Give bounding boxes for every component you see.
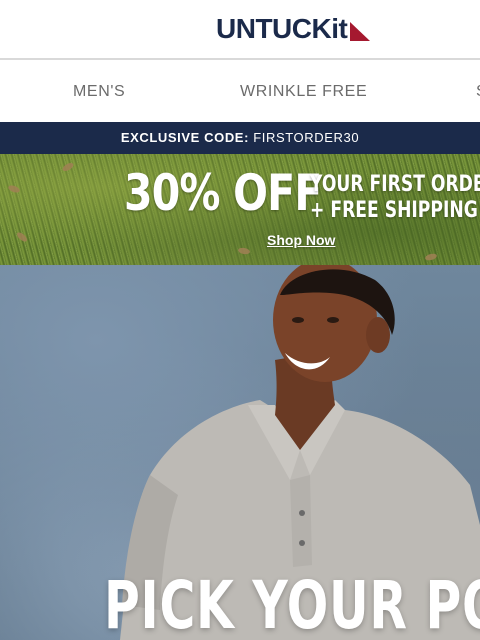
hero-headline: PICK YOUR POLO	[104, 567, 480, 640]
leaf-decoration	[424, 252, 438, 262]
leaf-decoration	[237, 247, 251, 255]
nav-item-wrinkle-free[interactable]: WRINKLE FREE	[240, 83, 367, 101]
untuckit-logo[interactable]: UNTUCKit	[216, 12, 372, 46]
nav-item-truncated[interactable]: S	[476, 83, 480, 101]
site-header: UNTUCKit	[0, 0, 480, 60]
promo-banner[interactable]: 30% OFF YOUR FIRST ORDER + FREE SHIPPING…	[0, 154, 480, 265]
nav-item-mens[interactable]: MEN'S	[73, 83, 125, 101]
logo-text: UNTUCKit	[216, 13, 348, 44]
leaf-decoration	[15, 230, 29, 244]
promo-subline-2: + FREE SHIPPING	[310, 198, 478, 223]
main-nav: MEN'S WRINKLE FREE S	[0, 62, 480, 122]
leaf-decoration	[61, 161, 75, 173]
leaf-decoration	[7, 184, 21, 194]
logo-triangle-icon	[350, 22, 371, 41]
hero-banner[interactable]: PICK YOUR POLO	[0, 265, 480, 640]
shop-now-link[interactable]: Shop Now	[267, 232, 335, 248]
promo-headline: 30% OFF	[124, 164, 322, 222]
promo-subline-1: YOUR FIRST ORDER	[310, 172, 480, 197]
promo-code-strip: EXCLUSIVE CODE: FIRSTORDER30	[0, 122, 480, 154]
promo-code-value: FIRSTORDER30	[253, 130, 360, 145]
promo-code-label: EXCLUSIVE CODE:	[120, 130, 250, 145]
